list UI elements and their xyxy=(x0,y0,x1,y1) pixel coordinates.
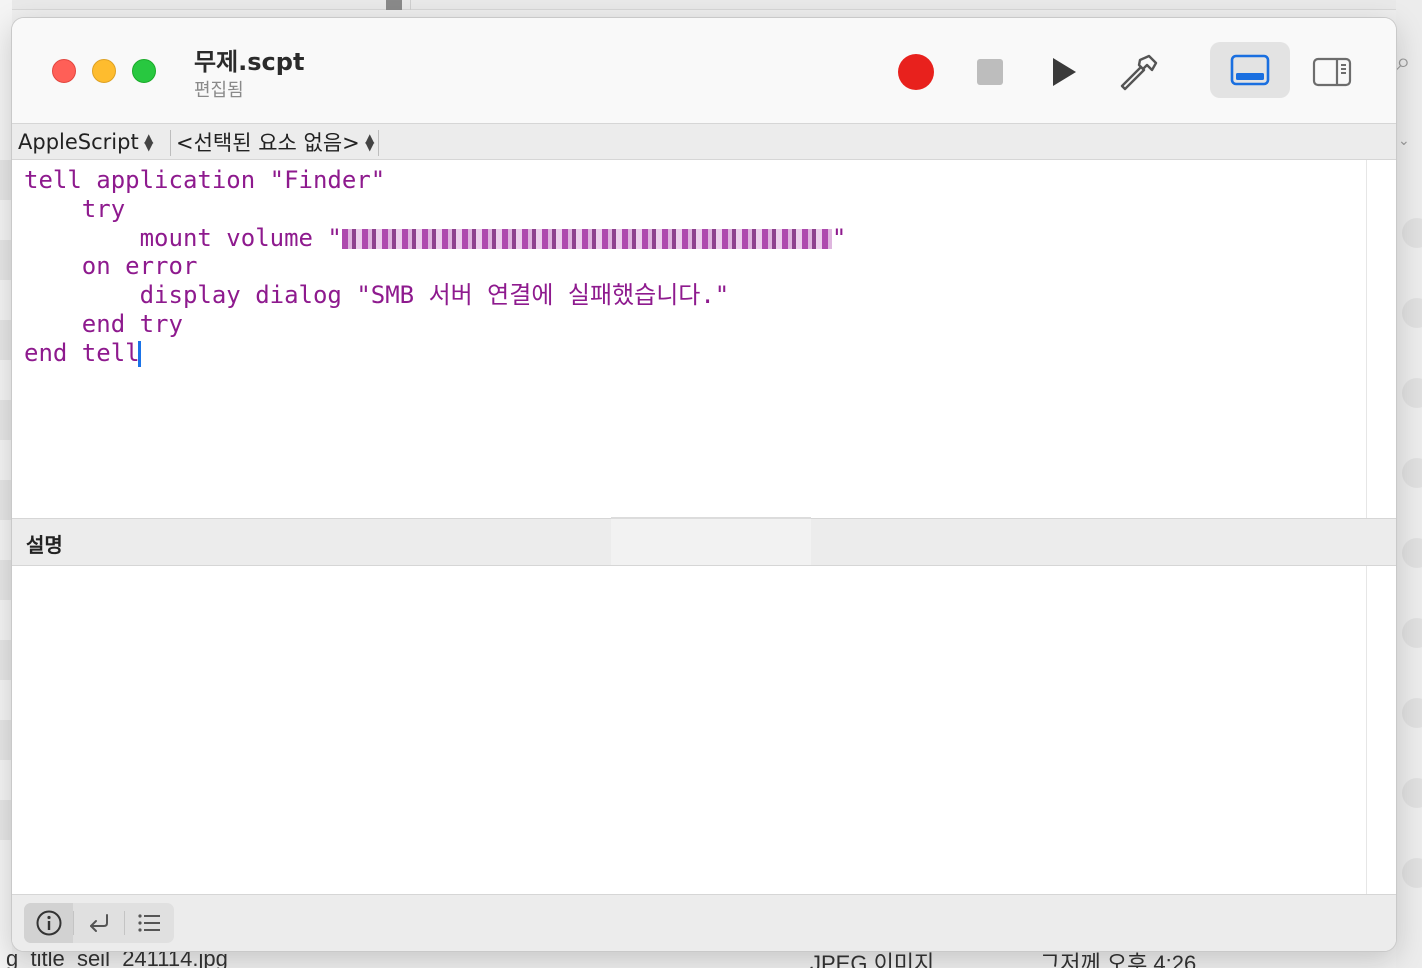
up-down-chevron-icon: ▲ ▼ xyxy=(144,131,154,153)
code-line[interactable]: on error xyxy=(24,252,846,281)
zoom-button[interactable] xyxy=(132,59,156,83)
stop-icon xyxy=(977,59,1003,85)
background-search-icon: ⌕ xyxy=(1396,46,1411,76)
panel-splitter[interactable]: 설명 xyxy=(12,517,1396,566)
code-text: mount volume " xyxy=(24,223,342,252)
language-label: AppleScript xyxy=(18,130,139,154)
code-text: on error xyxy=(24,252,198,281)
navigation-bar: AppleScript ▲ ▼ <선택된 요소 없음> ▲ ▼ xyxy=(12,123,1396,160)
stop-button[interactable] xyxy=(968,50,1012,94)
description-label: 설명 xyxy=(26,533,63,557)
up-down-chevron-icon: ▲ ▼ xyxy=(365,131,375,153)
description-scrollbar[interactable] xyxy=(1366,566,1396,894)
splitter-handle[interactable] xyxy=(611,517,811,565)
code-text: display dialog "SMB 서버 연결에 실패했습니다." xyxy=(24,281,730,310)
list-icon xyxy=(138,914,161,932)
record-icon xyxy=(898,54,934,90)
code-line[interactable]: try xyxy=(24,195,846,224)
bottom-bar xyxy=(12,894,1396,951)
description-tab[interactable] xyxy=(24,903,74,943)
element-popup[interactable]: <선택된 요소 없음> ▲ ▼ xyxy=(176,128,376,156)
record-button[interactable] xyxy=(894,50,938,94)
run-button[interactable] xyxy=(1042,50,1086,94)
redacted-text xyxy=(341,228,832,249)
code-line[interactable]: end tell xyxy=(24,339,846,368)
hammer-icon xyxy=(1120,54,1158,91)
code-text: tell application "Finder" xyxy=(24,166,386,194)
view-segmented-control xyxy=(24,903,174,943)
background-scroll-thumb xyxy=(386,0,402,10)
sidebar-icon xyxy=(1312,57,1352,87)
text-caret xyxy=(137,340,141,367)
background-filekind: JPEG 이미지 xyxy=(810,951,935,968)
element-label: <선택된 요소 없음> xyxy=(176,131,360,155)
code-line[interactable]: mount volume " " xyxy=(24,223,847,253)
result-tab[interactable] xyxy=(74,903,123,943)
window-subtitle: 편집됨 xyxy=(194,80,244,101)
background-divider xyxy=(410,0,411,10)
background-filename: g_title_seil_241114.jpg xyxy=(6,950,228,968)
background-filedate: 그저께 오후 4:26 xyxy=(1040,951,1197,968)
show-log-view-button[interactable] xyxy=(1210,42,1290,98)
minimize-button[interactable] xyxy=(92,59,116,83)
return-arrow-icon xyxy=(90,914,108,932)
nav-separator xyxy=(170,130,171,156)
script-code[interactable]: tell application "Finder" try mount volu… xyxy=(24,166,846,368)
code-text: " xyxy=(831,223,847,252)
background-window-top xyxy=(0,0,1422,10)
code-line[interactable]: tell application "Finder" xyxy=(24,166,846,195)
window-title: 무제.scpt xyxy=(194,48,305,76)
language-popup[interactable]: AppleScript ▲ ▼ xyxy=(18,128,155,156)
code-text: end try xyxy=(24,309,183,338)
code-line[interactable]: end try xyxy=(24,310,846,339)
background-file-row: g_title_seil_241114.jpg JPEG 이미지 그저께 오후 … xyxy=(0,950,1422,968)
show-sidebar-button[interactable] xyxy=(1310,50,1354,94)
script-editor-window: 무제.scpt 편집됨 AppleScript ▲ ▼ <선택된 요소 없음> … xyxy=(12,18,1396,951)
info-icon xyxy=(36,910,62,936)
titlebar: 무제.scpt 편집됨 xyxy=(12,18,1396,123)
compile-button[interactable] xyxy=(1116,50,1160,94)
events-tab[interactable] xyxy=(125,903,174,943)
script-editor-area[interactable]: tell application "Finder" try mount volu… xyxy=(12,160,1366,518)
code-text: end tell xyxy=(24,338,140,367)
background-window-left-edge xyxy=(0,0,12,968)
code-line[interactable]: display dialog "SMB 서버 연결에 실패했습니다." xyxy=(24,281,846,310)
close-button[interactable] xyxy=(52,59,76,83)
bottom-panel-icon xyxy=(1230,54,1270,86)
play-icon xyxy=(1053,58,1076,86)
nav-separator xyxy=(378,130,379,156)
editor-scrollbar[interactable] xyxy=(1366,160,1396,518)
code-text: try xyxy=(24,194,126,223)
description-area[interactable] xyxy=(12,566,1366,894)
background-chevron-down-icon: ⌄ xyxy=(1398,132,1410,148)
